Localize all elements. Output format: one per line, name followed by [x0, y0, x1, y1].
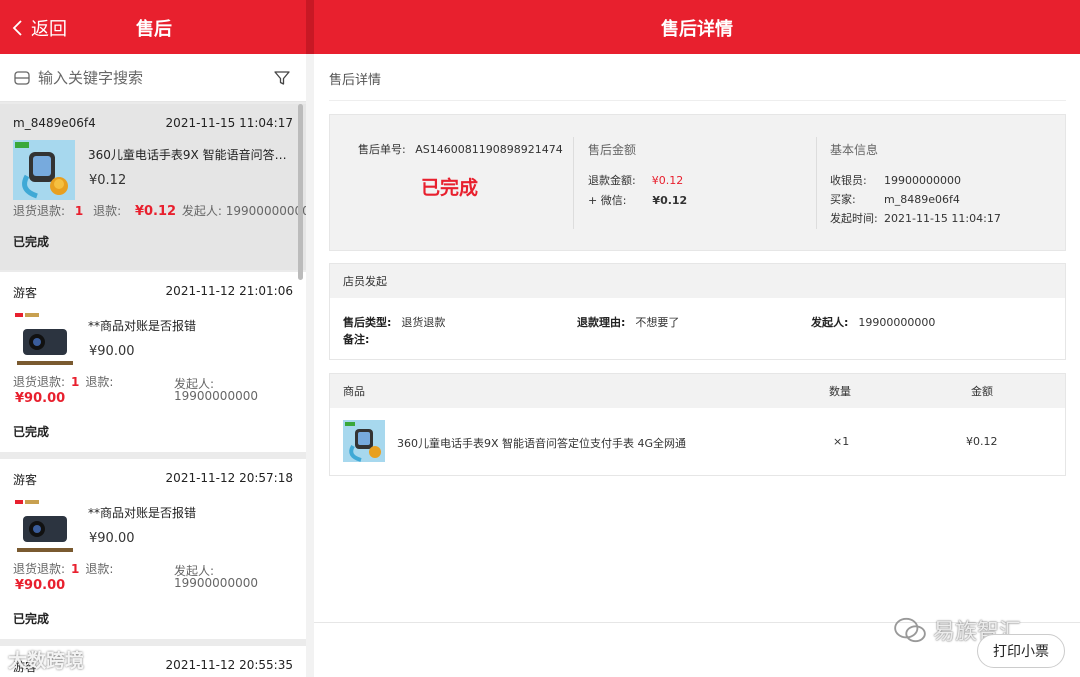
list-title: 售后: [136, 19, 172, 40]
item-time: 2021-11-12 21:01:06: [165, 284, 293, 298]
product-thumbnail: [13, 311, 75, 371]
wechat-icon: [894, 617, 926, 643]
status-badge: 已完成: [13, 425, 50, 439]
initiator-value: 19900000000: [174, 576, 258, 590]
section-divider: [329, 100, 1066, 101]
refund-amount: ¥90.00: [15, 578, 66, 593]
list-item[interactable]: m_8489e06f4 2021-11-15 11:04:17 360儿童电话手表…: [0, 104, 306, 270]
item-summary: 退货退款: 1 退款: ¥90.00 发起人: 19900000000: [13, 560, 293, 600]
refund-amount: ¥0.12: [651, 174, 684, 187]
header-divider: [306, 0, 314, 54]
item-user: 游客: [13, 473, 38, 487]
product-price: ¥90.00: [89, 344, 135, 359]
type-value: 退货退款: [401, 316, 446, 329]
status-badge: 已完成: [13, 235, 50, 249]
product-thumbnail: [13, 140, 75, 200]
cashier-label: 收银员:: [830, 174, 867, 187]
product-name: **商品对账是否报错: [88, 319, 197, 333]
goods-name: 360儿童电话手表9X 智能语音问答定位支付手表 4G全网通: [397, 437, 687, 450]
column-divider: [573, 137, 574, 229]
product-name: **商品对账是否报错: [88, 506, 197, 520]
watermark-left: 大数跨境: [8, 650, 85, 672]
product-price: ¥0.12: [89, 173, 127, 188]
item-time: 2021-11-15 11:04:17: [165, 116, 293, 130]
item-user: m_8489e06f4: [13, 116, 96, 130]
wechat-amount: ¥0.12: [652, 194, 688, 207]
column-divider: [816, 137, 817, 229]
product-thumbnail: [13, 498, 75, 558]
page-title: 售后详情: [661, 19, 733, 40]
remark-label: 备注:: [343, 333, 370, 346]
summary-card: 售后单号: AS1460081190898921474 已完成 售后金额 退款金…: [329, 114, 1066, 251]
after-sales-list: 输入关键字搜索 m_8489e06f4 2021-11-15 11:04:17 3…: [0, 54, 306, 677]
goods-table: 商品 数量 金额 360儿童电话手表9X 智能语音问答定位支付手表 4G全网通 …: [329, 373, 1066, 476]
item-user: 游客: [13, 286, 38, 300]
back-label: 返回: [31, 19, 67, 40]
item-summary: 退货退款: 1 退款: ¥90.00 发起人: 19900000000: [13, 373, 293, 413]
table-header: 商品 数量 金额: [330, 374, 1065, 408]
reason-label: 退款理由:: [577, 316, 626, 329]
status-badge: 已完成: [13, 612, 50, 626]
print-receipt-button[interactable]: 打印小票: [977, 634, 1065, 668]
scan-icon[interactable]: [14, 70, 30, 85]
back-button[interactable]: 返回: [12, 15, 67, 41]
item-time: 2021-11-12 20:55:35: [165, 658, 293, 672]
wechat-label: + 微信:: [588, 194, 627, 207]
product-name: 360儿童电话手表9X 智能语音问答定…: [88, 148, 293, 162]
chevron-left-icon: [12, 20, 22, 36]
initiator-value: 19900000000: [858, 316, 936, 329]
amount-column-header: 金额: [971, 385, 993, 398]
goods-column-header: 商品: [343, 385, 365, 398]
detail-pane: 售后详情 售后单号: AS1460081190898921474 已完成 售后金…: [314, 54, 1080, 677]
buyer-label: 买家:: [830, 193, 856, 206]
type-label: 退货退款:: [13, 562, 66, 576]
pane-divider: [306, 54, 314, 677]
basic-info-title: 基本信息: [830, 143, 879, 157]
refund-amount-label: 退款金额:: [588, 174, 636, 187]
type-label: 售后类型:: [343, 316, 392, 329]
initiator-value: 19900000000: [174, 389, 258, 403]
staff-title: 店员发起: [330, 264, 1065, 298]
list-scrollbar[interactable]: [298, 104, 303, 280]
section-title: 售后详情: [329, 73, 382, 88]
amount-title: 售后金额: [588, 143, 637, 157]
time-label: 发起时间:: [830, 212, 878, 225]
qty: 1: [71, 375, 80, 389]
refund-label: 退款:: [85, 562, 114, 576]
order-no-label: 售后单号:: [358, 143, 406, 156]
goods-qty: ×1: [833, 435, 850, 448]
search-bar[interactable]: 输入关键字搜索: [0, 54, 306, 102]
product-thumbnail: [343, 420, 385, 462]
refund-amount: ¥90.00: [15, 391, 66, 406]
item-time: 2021-11-12 20:57:18: [165, 471, 293, 485]
cashier-value: 19900000000: [884, 174, 961, 187]
staff-panel: 店员发起 售后类型: 退货退款 退款理由: 不想要了 发起人: 19900000000…: [329, 263, 1066, 360]
qty: 1: [71, 562, 80, 576]
status-label: 已完成: [421, 177, 479, 199]
buyer-value: m_8489e06f4: [884, 193, 960, 206]
top-bar: 返回 售后 售后详情: [0, 0, 1080, 54]
time-value: 2021-11-15 11:04:17: [884, 212, 1001, 225]
order-no: AS1460081190898921474: [415, 143, 563, 156]
filter-icon[interactable]: [274, 70, 290, 86]
table-row[interactable]: 360儿童电话手表9X 智能语音问答定位支付手表 4G全网通 ×1 ¥0.12: [330, 408, 1065, 474]
goods-amount: ¥0.12: [966, 435, 998, 448]
initiator-label: 发起人:: [811, 316, 849, 329]
product-price: ¥90.00: [89, 531, 135, 546]
refund-label: 退款:: [85, 375, 114, 389]
list-item[interactable]: 游客 2021-11-12 21:01:06 **商品对账是否报错 ¥90.00 …: [0, 272, 306, 452]
search-input[interactable]: 输入关键字搜索: [38, 67, 143, 88]
reason-value: 不想要了: [635, 316, 680, 329]
list-item[interactable]: 游客 2021-11-12 20:57:18 **商品对账是否报错 ¥90.00 …: [0, 459, 306, 639]
qty-column-header: 数量: [829, 385, 851, 398]
type-label: 退货退款:: [13, 375, 66, 389]
